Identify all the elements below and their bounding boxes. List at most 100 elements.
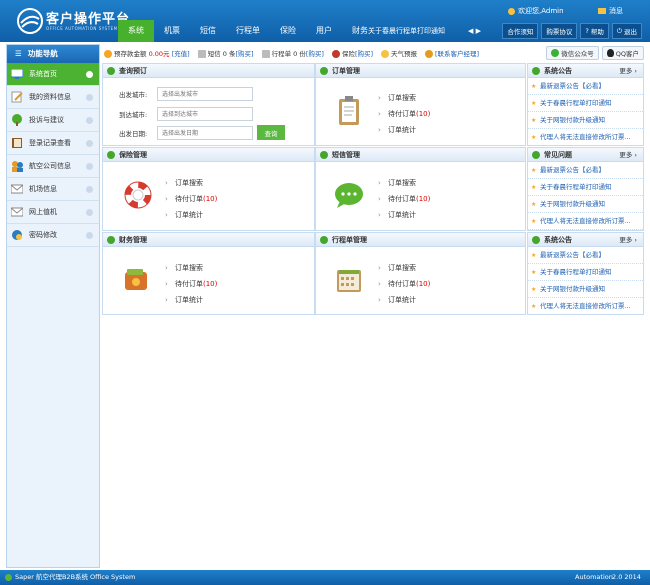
logout-button[interactable]: ⏻ 退出: [611, 23, 642, 39]
sms-pending-link[interactable]: 待付订单(10): [378, 191, 430, 207]
chevron-right-icon: [86, 163, 93, 170]
weather-link[interactable]: 天气预报: [381, 48, 417, 58]
to-city-row: 到达城市:: [119, 107, 253, 121]
agreement-button[interactable]: 购票协议: [541, 23, 578, 39]
panel-title: 系统公告 更多 ›: [528, 233, 643, 247]
sidebar-item-login-log[interactable]: 登录记录查看: [7, 132, 99, 155]
sun-icon: [381, 50, 390, 58]
wallet-icon: [125, 269, 147, 290]
itinerary-buy-link[interactable]: [购买]: [306, 50, 324, 58]
sidebar-item-airline[interactable]: 航空公司信息: [7, 155, 99, 178]
sidebar-item-airport[interactable]: 机场信息: [7, 178, 99, 201]
sidebar-item-password[interactable]: 密码修改: [7, 224, 99, 247]
list-item[interactable]: 关于春晨行程单打印通知: [528, 179, 643, 196]
from-city-input[interactable]: [157, 87, 253, 101]
order-stats-link[interactable]: 订单统计: [378, 122, 430, 138]
list-item[interactable]: 代理人将无法直接修改所订票...: [528, 213, 643, 230]
recharge-link[interactable]: [充值]: [172, 50, 190, 58]
list-item[interactable]: 关于春晨行程单打印通知: [528, 264, 643, 281]
panel-title: 财务管理: [103, 233, 314, 247]
footer-automation: Automation: [575, 573, 613, 581]
more-link[interactable]: 更多 ›: [619, 148, 637, 162]
coin-icon: [104, 50, 112, 58]
panel-query: 查询预订 出发城市: 到达城市: 出发日期: 查询: [102, 63, 315, 146]
insurance-buy-link[interactable]: [购买]: [355, 50, 373, 58]
panel-announcements-2: 系统公告更多 › 最新退票公告【必看】 关于春晨行程单打印通知 关于网银付款升级…: [527, 232, 644, 315]
itinerary-links: 订单搜索 待付订单(10) 订单统计: [378, 260, 430, 308]
sms-search-link[interactable]: 订单搜索: [378, 175, 430, 191]
list-item[interactable]: 关于网银付款升级通知: [528, 196, 643, 213]
app-subtitle: OFFICE AUTOMATION SYSTEM: [46, 26, 118, 31]
itinerary-search-link[interactable]: 订单搜索: [378, 260, 430, 276]
panel-title: 保险管理: [103, 148, 314, 162]
globe-icon: [11, 229, 23, 241]
nav-itinerary[interactable]: 行程单: [226, 20, 270, 42]
list-item[interactable]: 最新退票公告【必看】: [528, 162, 643, 179]
panel-faq: 常见问题更多 › 最新退票公告【必看】 关于春晨行程单打印通知 关于网银付款升级…: [527, 147, 644, 231]
nav-user[interactable]: 用户: [306, 20, 342, 42]
message-link[interactable]: 消息: [598, 6, 623, 16]
order-pending-link[interactable]: 待付订单(10): [378, 106, 430, 122]
panel-order: 订单管理 订单搜索 待付订单(10) 订单统计: [315, 63, 526, 146]
monitor-icon: [11, 68, 23, 80]
list-item[interactable]: 最新退票公告【必看】: [528, 247, 643, 264]
contact-manager-link[interactable]: [联系客户经理]: [435, 50, 479, 58]
itinerary-stats-link[interactable]: 订单统计: [378, 292, 430, 308]
itinerary-pending-link[interactable]: 待付订单(10): [378, 276, 430, 292]
sidebar: ☰ 功能导航 系统首页 我的资料信息 投诉与建议 登录记录查看 航空公司信息 机…: [6, 44, 100, 568]
sidebar-item-feedback[interactable]: 投诉与建议: [7, 109, 99, 132]
list-item[interactable]: 关于春晨行程单打印通知: [528, 95, 643, 112]
list-item[interactable]: 最新退票公告【必看】: [528, 78, 643, 95]
to-city-input[interactable]: [157, 107, 253, 121]
notice-marquee[interactable]: 关于春晨行程单打印通知: [368, 20, 468, 42]
marquee-arrows[interactable]: ◀ ▶: [468, 20, 481, 42]
finance-links: 订单搜索 待付订单(10) 订单统计: [165, 260, 217, 308]
list-item[interactable]: 关于网银付款升级通知: [528, 281, 643, 298]
book-icon: [11, 137, 23, 149]
panel-title: 查询预订: [103, 64, 314, 78]
nav-insurance[interactable]: 保险: [270, 20, 306, 42]
mail-icon: [598, 8, 606, 14]
finance-stats-link[interactable]: 订单统计: [165, 292, 217, 308]
panel-title: 行程单管理: [316, 233, 525, 247]
list-item[interactable]: 代理人将无法直接修改所订票...: [528, 298, 643, 315]
more-link[interactable]: 更多 ›: [619, 64, 637, 78]
nav-sms[interactable]: 短信: [190, 20, 226, 42]
query-button[interactable]: 查询: [257, 125, 285, 140]
sidebar-item-checkin[interactable]: 网上值机: [7, 201, 99, 224]
finance-search-link[interactable]: 订单搜索: [165, 260, 217, 276]
insurance-search-link[interactable]: 订单搜索: [165, 175, 217, 191]
qq-button[interactable]: QQ客户: [601, 46, 644, 60]
help-button[interactable]: ? 帮助: [580, 23, 609, 39]
sms-stats-link[interactable]: 订单统计: [378, 207, 430, 223]
cooperation-button[interactable]: 合作须知: [502, 23, 539, 39]
menu-icon: ☰: [15, 49, 22, 58]
list-item[interactable]: 关于网银付款升级通知: [528, 112, 643, 129]
tree-icon: [11, 114, 23, 126]
sidebar-item-profile[interactable]: 我的资料信息: [7, 86, 99, 109]
document-icon: [261, 50, 270, 58]
date-input[interactable]: [157, 126, 253, 140]
account-infobar: 预存款金额 0.00元 [充值] 短信 0 条[购买] 行程单 0 份[购买] …: [102, 44, 644, 62]
list-item[interactable]: 代理人将无法直接修改所订票...: [528, 129, 643, 146]
logo-icon: [17, 8, 43, 34]
nav-ticket[interactable]: 机票: [154, 20, 190, 42]
sidebar-item-home[interactable]: 系统首页: [7, 63, 99, 86]
nav-system[interactable]: 系统: [118, 20, 154, 42]
date-row: 出发日期:: [119, 126, 253, 140]
chevron-right-icon: [86, 94, 93, 101]
finance-pending-link[interactable]: 待付订单(10): [165, 276, 217, 292]
more-link[interactable]: 更多 ›: [619, 233, 637, 247]
main-nav: 系统 机票 短信 行程单 保险 用户 财务: [118, 20, 378, 42]
insurance-pending-link[interactable]: 待付订单(10): [165, 191, 217, 207]
top-header: 客户操作平台 OFFICE AUTOMATION SYSTEM 系统 机票 短信…: [0, 0, 650, 42]
order-search-link[interactable]: 订单搜索: [378, 90, 430, 106]
envelope-icon: [11, 183, 23, 195]
sms-buy-link[interactable]: [购买]: [236, 50, 254, 58]
welcome-text: 欢迎您,Admin: [508, 6, 564, 16]
insurance-stats-link[interactable]: 订单统计: [165, 207, 217, 223]
users-icon: [11, 160, 23, 172]
clipboard-icon: [339, 96, 359, 125]
edit-icon: [11, 91, 23, 103]
wechat-button[interactable]: 微信公众号: [546, 46, 599, 60]
